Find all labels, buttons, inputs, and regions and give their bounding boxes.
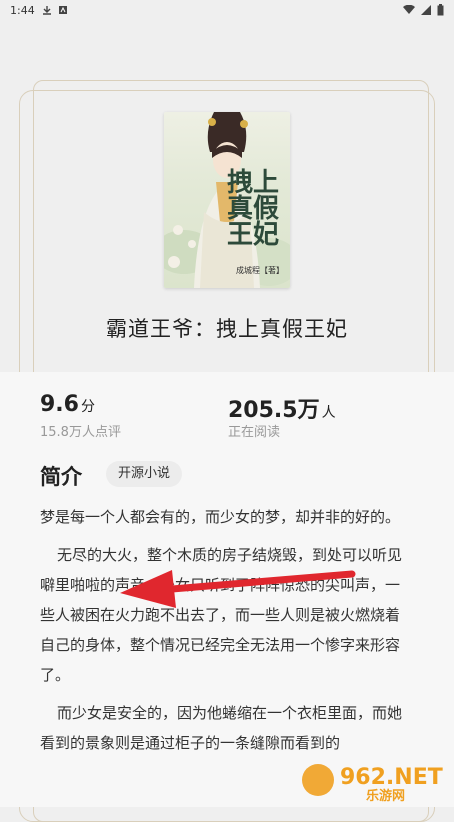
status-bar: 1:44 (0, 0, 454, 22)
synopsis-text: 梦是每一个人都会有的，而少女的梦，却并非的好的。 无尽的大火，整个木质的房子结烧… (40, 502, 414, 766)
watermark-text: 962.NET (340, 765, 443, 790)
synopsis-paragraph: 梦是每一个人都会有的，而少女的梦，却并非的好的。 (40, 508, 401, 526)
rating-value: 9.6 (40, 392, 79, 417)
cover-title-art: 拽上真假王妃 (226, 168, 279, 250)
book-title: 霸道王爷：拽上真假王妃 (106, 317, 348, 341)
readers-value-group: 205.5万人 (228, 392, 336, 424)
genre-tag[interactable]: 开源小说 (106, 461, 183, 487)
watermark-logo: 962.NET 乐游网 (296, 756, 446, 806)
red-arrow-annotation (120, 570, 356, 608)
cover-author: 成城程【著】 (236, 266, 284, 275)
download-icon (43, 6, 51, 15)
battery-icon (437, 4, 444, 16)
book-cover[interactable]: 拽上真假王妃 成城程【著】 (164, 112, 290, 288)
signal-icon (421, 5, 431, 15)
watermark-subtext: 乐游网 (366, 788, 405, 802)
readers-label: 正在阅读 (228, 425, 281, 440)
rating-unit: 分 (80, 399, 95, 415)
readers-unit: 人 (321, 405, 336, 421)
rating-value-group: 9.6 分 (40, 392, 95, 417)
app-notification-icon (59, 6, 67, 14)
readers-value: 205.5万 (228, 398, 320, 423)
rating-count-label: 15.8万人点评 (40, 425, 121, 440)
wifi-icon (403, 5, 415, 14)
status-time: 1:44 (10, 4, 35, 17)
intro-heading: 简介 (40, 465, 82, 489)
synopsis-paragraph: 而少女是安全的，因为他蜷缩在一个衣柜里面，而她看到的景象则是通过柜子的一条缝隙而… (40, 704, 403, 752)
